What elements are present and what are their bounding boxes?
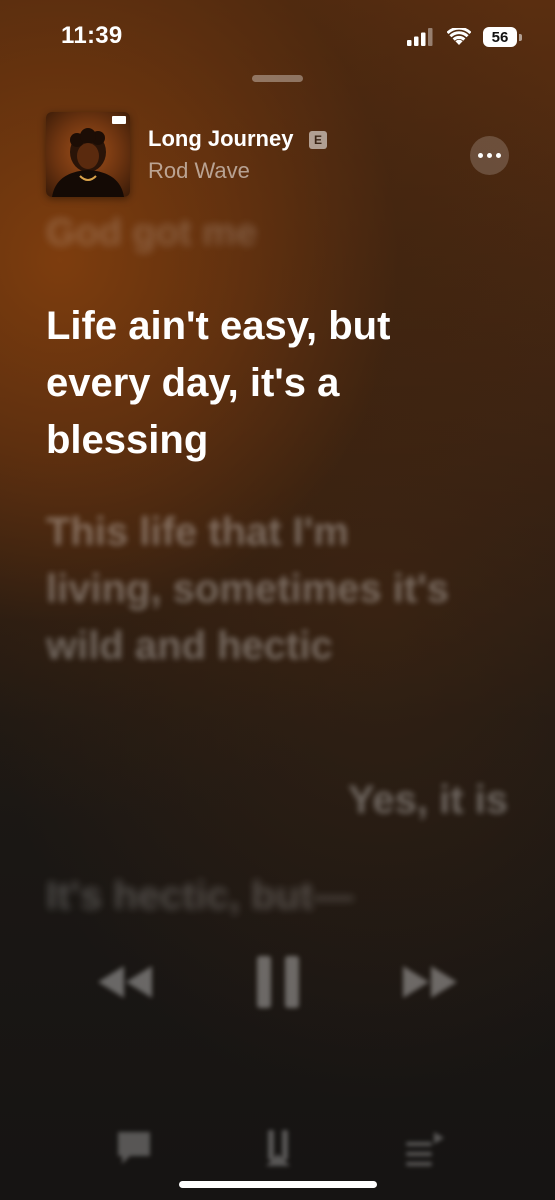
rewind-icon[interactable] bbox=[96, 964, 154, 1000]
now-playing-lyrics-screen: 11:39 56 Long Journey E Rod Wave God got… bbox=[0, 0, 555, 1200]
lyric-line-next[interactable]: Yes, it is bbox=[348, 772, 508, 829]
track-artist[interactable]: Rod Wave bbox=[148, 158, 250, 184]
fast-forward-icon[interactable] bbox=[401, 964, 459, 1000]
ellipsis-dot bbox=[487, 153, 492, 158]
ellipsis-dot bbox=[496, 153, 501, 158]
track-title[interactable]: Long Journey bbox=[148, 126, 293, 152]
queue-icon[interactable] bbox=[404, 1128, 446, 1168]
battery-icon: 56 bbox=[483, 27, 522, 47]
lyric-line-next[interactable]: This life that I'm living, sometimes it'… bbox=[46, 504, 466, 675]
more-options-button[interactable] bbox=[470, 136, 509, 175]
home-indicator[interactable] bbox=[179, 1181, 377, 1188]
lyrics-icon[interactable] bbox=[114, 1128, 154, 1168]
lyric-line-current[interactable]: Life ain't easy, but every day, it's a b… bbox=[46, 298, 476, 469]
album-artwork[interactable] bbox=[46, 112, 130, 197]
artist-photo bbox=[52, 128, 124, 197]
ellipsis-icon bbox=[478, 153, 483, 158]
pause-icon[interactable] bbox=[255, 954, 301, 1010]
battery-level: 56 bbox=[491, 28, 509, 46]
sheet-grabber[interactable] bbox=[252, 75, 303, 82]
parental-advisory-badge bbox=[112, 116, 126, 124]
lyric-line-previous[interactable]: God got me bbox=[46, 210, 257, 256]
airplay-icon[interactable] bbox=[258, 1128, 298, 1168]
lyric-line-next[interactable]: It's hectic, but— bbox=[46, 868, 353, 925]
cellular-signal-icon bbox=[407, 28, 433, 46]
playback-controls bbox=[0, 950, 555, 1020]
status-time: 11:39 bbox=[61, 22, 123, 49]
status-icons: 56 bbox=[407, 24, 522, 50]
wifi-icon bbox=[447, 28, 471, 45]
bottom-toolbar bbox=[0, 1128, 555, 1178]
explicit-badge: E bbox=[309, 131, 327, 149]
